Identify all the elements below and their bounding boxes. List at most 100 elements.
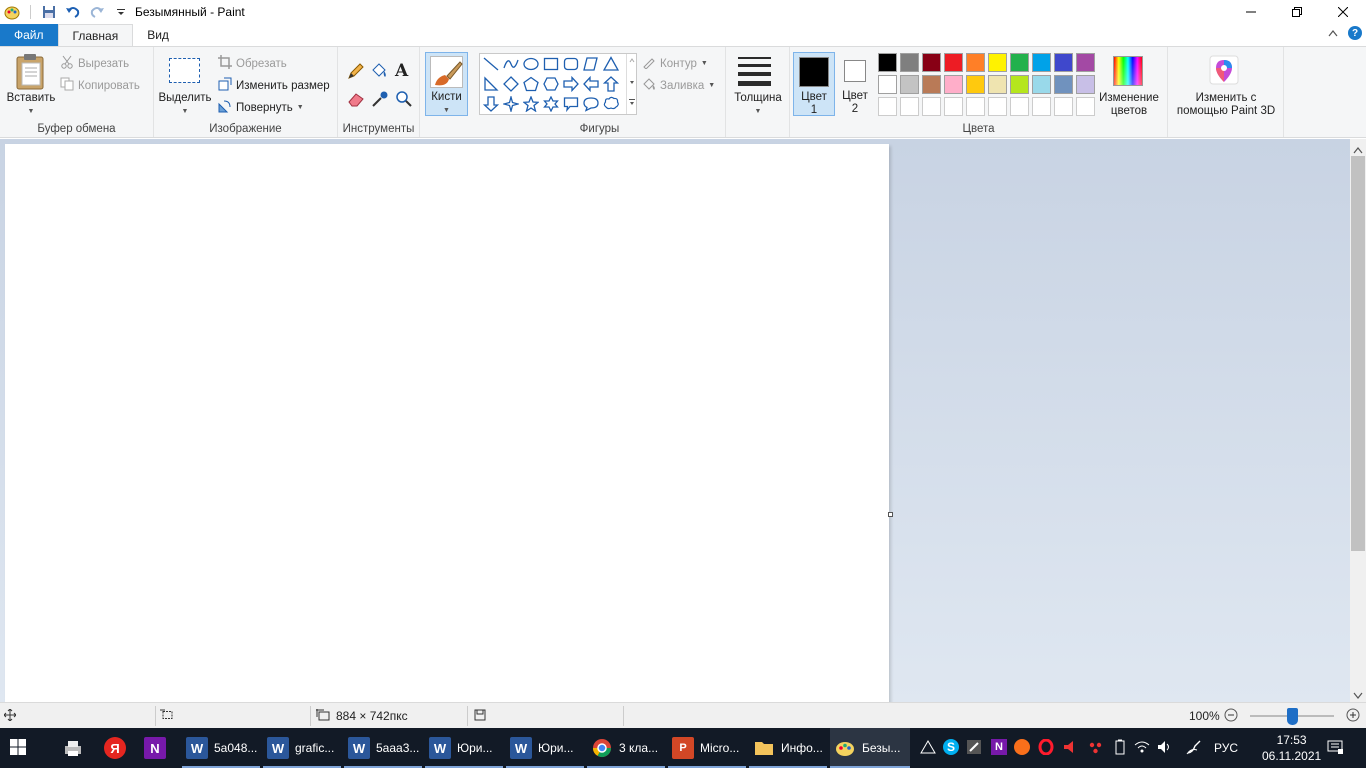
canvas-resize-handle[interactable] [888,512,893,517]
tray-drive-icon[interactable] [918,737,938,757]
oval-shape-icon[interactable] [521,54,541,74]
rotate-button[interactable]: Повернуть ▼ [218,99,304,116]
notifications-icon[interactable] [1325,737,1345,757]
vertical-scrollbar[interactable] [1350,139,1366,702]
rect-callout-shape-icon[interactable] [561,94,581,114]
palette-swatch[interactable] [966,75,985,94]
tray-pen-icon[interactable] [964,737,984,757]
save-icon[interactable] [39,2,59,22]
right-arrow-shape-icon[interactable] [561,74,581,94]
custom-color-slot[interactable] [1010,97,1029,116]
palette-swatch[interactable] [922,53,941,72]
magnifier-icon[interactable] [395,90,413,111]
tray-wifi-icon[interactable] [1132,737,1152,757]
tray-opera-icon[interactable] [1036,737,1056,757]
custom-color-slot[interactable] [922,97,941,116]
palette-swatch[interactable] [966,53,985,72]
size-button[interactable]: Толщина ▼ [726,92,790,118]
taskbar-item-paint[interactable]: Безы... [830,728,910,768]
paste-button[interactable]: Вставить ▼ [2,92,60,118]
undo-icon[interactable] [63,2,83,22]
custom-color-slot[interactable] [988,97,1007,116]
triangle-shape-icon[interactable] [601,54,621,74]
diamond-shape-icon[interactable] [501,74,521,94]
edit-colors-button[interactable]: Изменение цветов [1095,92,1163,118]
zoom-out-button[interactable] [1224,703,1238,729]
palette-swatch[interactable] [1076,75,1095,94]
select-icon[interactable] [169,58,200,83]
restore-button[interactable] [1274,0,1320,24]
rounded-rectangle-shape-icon[interactable] [561,54,581,74]
crop-button[interactable]: Обрезать [218,55,287,72]
taskbar-item-chrome[interactable]: 3 кла... [587,728,665,768]
pentagon-shape-icon[interactable] [521,74,541,94]
tray-pen-workspace-icon[interactable] [1184,737,1204,757]
palette-swatch[interactable] [900,53,919,72]
custom-color-slot[interactable] [878,97,897,116]
system-clock[interactable]: 17:53 06.11.2021 [1262,732,1321,764]
oval-callout-shape-icon[interactable] [581,94,601,114]
scrollbar-thumb[interactable] [1351,156,1365,551]
color1-button[interactable]: Цвет 1 [793,52,835,116]
curve-shape-icon[interactable] [501,54,521,74]
palette-swatch[interactable] [878,53,897,72]
palette-swatch[interactable] [1010,53,1029,72]
customize-qat-icon[interactable] [111,2,131,22]
outline-button[interactable]: Контур ▼ [642,55,708,72]
tray-onenote-icon[interactable]: N [989,737,1009,757]
taskbar-item-word-2[interactable]: W grafic... [263,728,341,768]
palette-swatch[interactable] [1010,75,1029,94]
palette-swatch[interactable] [1054,53,1073,72]
text-tool-icon[interactable]: A [395,61,408,81]
resize-button[interactable]: Изменить размер [218,77,330,94]
paint-app-icon[interactable] [2,2,22,22]
line-shape-icon[interactable] [481,54,501,74]
taskbar-item-word-3[interactable]: W 5aaa3... [344,728,422,768]
custom-color-slot[interactable] [966,97,985,116]
taskbar-item-word-4[interactable]: W Юри... [425,728,503,768]
tray-volume-icon[interactable] [1155,737,1175,757]
custom-color-slot[interactable] [1032,97,1051,116]
redo-icon[interactable] [87,2,107,22]
start-button[interactable] [8,728,28,768]
tray-avast-icon[interactable] [1012,737,1032,757]
color-picker-icon[interactable] [371,90,389,111]
down-arrow-shape-icon[interactable] [481,94,501,114]
collapse-ribbon-icon[interactable] [1328,26,1338,40]
select-button[interactable]: Выделить ▼ [156,92,214,118]
palette-swatch[interactable] [922,75,941,94]
taskbar-item-powerpoint[interactable]: P Micro... [668,728,746,768]
palette-swatch[interactable] [988,75,1007,94]
eraser-icon[interactable] [347,90,365,111]
palette-swatch[interactable] [988,53,1007,72]
tray-network-activity-icon[interactable] [1086,737,1106,757]
left-arrow-shape-icon[interactable] [581,74,601,94]
zoom-in-button[interactable] [1346,703,1360,729]
five-point-star-shape-icon[interactable] [521,94,541,114]
cloud-callout-shape-icon[interactable] [601,94,621,114]
palette-swatch[interactable] [944,53,963,72]
palette-swatch[interactable] [900,75,919,94]
fill-button[interactable]: Заливка ▼ [642,77,715,94]
color2-button[interactable]: Цвет 2 [836,52,874,116]
zoom-slider-thumb[interactable] [1287,708,1298,725]
paste-icon[interactable] [14,53,48,91]
palette-swatch[interactable] [1032,75,1051,94]
rectangle-shape-icon[interactable] [541,54,561,74]
taskbar-item-word-5[interactable]: W Юри... [506,728,584,768]
palette-swatch[interactable] [944,75,963,94]
taskbar-item-word-1[interactable]: W 5a048... [182,728,260,768]
language-indicator[interactable]: РУС [1214,728,1238,768]
size-icon[interactable] [738,57,771,86]
tab-file[interactable]: Файл [0,24,58,46]
tray-skype-icon[interactable]: S [941,737,961,757]
minimize-button[interactable] [1228,0,1274,24]
custom-color-slot[interactable] [944,97,963,116]
cut-button[interactable]: Вырезать [60,55,129,72]
custom-color-slot[interactable] [1054,97,1073,116]
hexagon-shape-icon[interactable] [541,74,561,94]
drawing-canvas[interactable] [5,144,889,704]
taskbar-item-explorer[interactable]: Инфо... [749,728,827,768]
tray-alert-icon[interactable] [1060,737,1080,757]
tray-battery-icon[interactable] [1110,737,1130,757]
